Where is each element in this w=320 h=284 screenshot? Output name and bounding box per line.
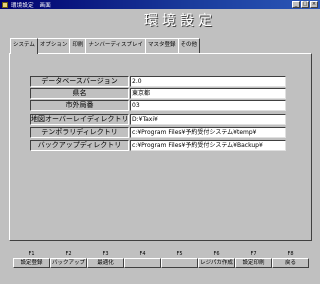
field-row-prefecture: 県名 東京都 <box>30 88 286 99</box>
field-row-temp-dir: テンポラリディレクトリ c:¥Program Files¥予約受付システム¥te… <box>30 127 286 138</box>
app-icon <box>2 1 8 8</box>
field-label: 市外局番 <box>30 100 129 111</box>
fkey-f4: F4 <box>124 250 161 268</box>
fkey-label: F7 <box>250 251 257 257</box>
fkey-f3: F3 最適化 <box>87 250 124 268</box>
maximize-icon[interactable]: □ <box>301 1 309 8</box>
back-button[interactable]: 戻る <box>272 258 309 268</box>
tab-options[interactable]: オプション <box>36 38 71 53</box>
tab-system[interactable]: システム <box>10 38 38 54</box>
optimize-button[interactable]: 最適化 <box>87 258 124 268</box>
fkey-f8: F8 戻る <box>272 250 309 268</box>
field-row-map-overlay-dir: 地図オーバーレイディレクトリ D:¥Taxi¥ <box>30 114 286 125</box>
fkey-f7: F7 設定印刷 <box>235 250 272 268</box>
backup-dir-field[interactable]: c:¥Program Files¥予約受付システム¥Backup¥ <box>130 140 286 151</box>
page-title: 環境設定 <box>144 13 216 29</box>
fkey-f2: F2 バックアップ <box>50 250 87 268</box>
field-label: テンポラリディレクトリ <box>30 127 129 138</box>
save-settings-button[interactable]: 設定登録 <box>13 258 50 268</box>
field-label: バックアップディレクトリ <box>30 140 129 151</box>
fkey-label: F8 <box>287 251 294 257</box>
field-label: データベースバージョン <box>30 76 129 87</box>
db-version-field[interactable]: 2.0 <box>130 76 286 87</box>
minimize-icon[interactable]: _ <box>292 1 300 8</box>
fkey-label: F6 <box>213 251 220 257</box>
map-overlay-dir-field[interactable]: D:¥Taxi¥ <box>130 114 286 125</box>
tab-number-display[interactable]: ナンバーディスプレイ <box>85 38 146 53</box>
tab-other[interactable]: その他 <box>177 38 201 53</box>
registry-create-button[interactable]: レジパカ作成 <box>198 258 235 268</box>
print-settings-button[interactable]: 設定印刷 <box>235 258 272 268</box>
field-label: 県名 <box>30 88 129 99</box>
tab-print[interactable]: 印刷 <box>69 38 87 53</box>
fkey-label: F3 <box>102 251 109 257</box>
fkey-label: F4 <box>139 251 146 257</box>
function-key-bar: F1 設定登録 F2 バックアップ F3 最適化 F4 F5 F6 レジパカ作成… <box>13 250 313 270</box>
fkey-label: F2 <box>65 251 72 257</box>
area-code-field[interactable]: 03 <box>130 100 286 111</box>
field-row-db-version: データベースバージョン 2.0 <box>30 76 286 87</box>
fkey-label: F5 <box>176 251 183 257</box>
f4-button[interactable] <box>124 258 161 268</box>
field-label: 地図オーバーレイディレクトリ <box>30 114 129 125</box>
tab-master-registration[interactable]: マスタ登録 <box>145 38 179 53</box>
close-icon[interactable]: × <box>310 1 318 8</box>
fkey-f5: F5 <box>161 250 198 268</box>
field-row-backup-dir: バックアップディレクトリ c:¥Program Files¥予約受付システム¥B… <box>30 140 286 151</box>
backup-button[interactable]: バックアップ <box>50 258 87 268</box>
temp-dir-field[interactable]: c:¥Program Files¥予約受付システム¥temp¥ <box>130 127 286 138</box>
fkey-f1: F1 設定登録 <box>13 250 50 268</box>
fkey-label: F1 <box>28 251 35 257</box>
prefecture-field[interactable]: 東京都 <box>130 88 286 99</box>
field-row-area-code: 市外局番 03 <box>30 100 286 111</box>
window-controls: _ □ × <box>292 1 318 8</box>
tab-bar: システム オプション 印刷 ナンバーディスプレイ マスタ登録 その他 <box>10 38 201 54</box>
title-bar: 環境設定 画面 _ □ × <box>0 0 320 9</box>
window-title: 環境設定 画面 <box>11 2 51 9</box>
fkey-f6: F6 レジパカ作成 <box>198 250 235 268</box>
f5-button[interactable] <box>161 258 198 268</box>
